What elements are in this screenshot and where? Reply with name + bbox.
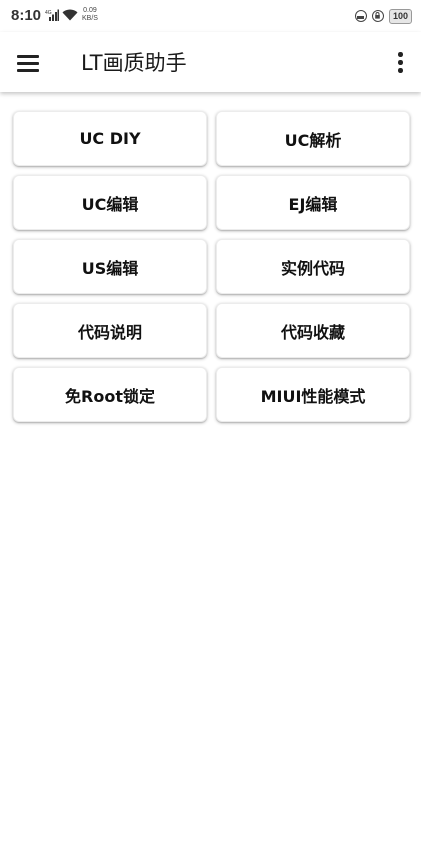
more-vert-icon[interactable] (389, 46, 411, 78)
hamburger-menu-icon[interactable] (12, 46, 44, 78)
miui-performance-mode-button[interactable]: MIUI性能模式 (216, 367, 410, 422)
status-time: 8:10 (11, 7, 42, 24)
uc-parse-button[interactable]: UC解析 (216, 111, 410, 166)
app-bar: LT画质助手 (0, 32, 421, 92)
function-grid: UC DIY UC解析 UC编辑 EJ编辑 US编辑 实例代码 代码说明 代码收… (13, 111, 410, 422)
wifi-icon (62, 9, 78, 21)
speed-unit: KB/S (82, 15, 98, 22)
signal-icon: 4G (45, 9, 59, 21)
speed-value: 0.09 (83, 7, 97, 14)
lock-icon (371, 10, 384, 22)
network-speed: 0.09 KB/S (82, 7, 98, 23)
battery-icon: 100 (388, 8, 412, 24)
ej-edit-button[interactable]: EJ编辑 (216, 175, 410, 230)
data-saver-icon (354, 10, 367, 22)
code-description-button[interactable]: 代码说明 (13, 303, 207, 358)
us-edit-button[interactable]: US编辑 (13, 239, 207, 294)
uc-diy-button[interactable]: UC DIY (13, 111, 207, 166)
status-right-icons: 100 (354, 8, 412, 24)
status-bar: 8:10 4G 0.09 KB/S 100 (0, 0, 421, 32)
rootless-lock-button[interactable]: 免Root锁定 (13, 367, 207, 422)
network-type-label: 4G (45, 10, 52, 16)
uc-edit-button[interactable]: UC编辑 (13, 175, 207, 230)
example-code-button[interactable]: 实例代码 (216, 239, 410, 294)
page-title: LT画质助手 (81, 51, 187, 75)
code-favorites-button[interactable]: 代码收藏 (216, 303, 410, 358)
